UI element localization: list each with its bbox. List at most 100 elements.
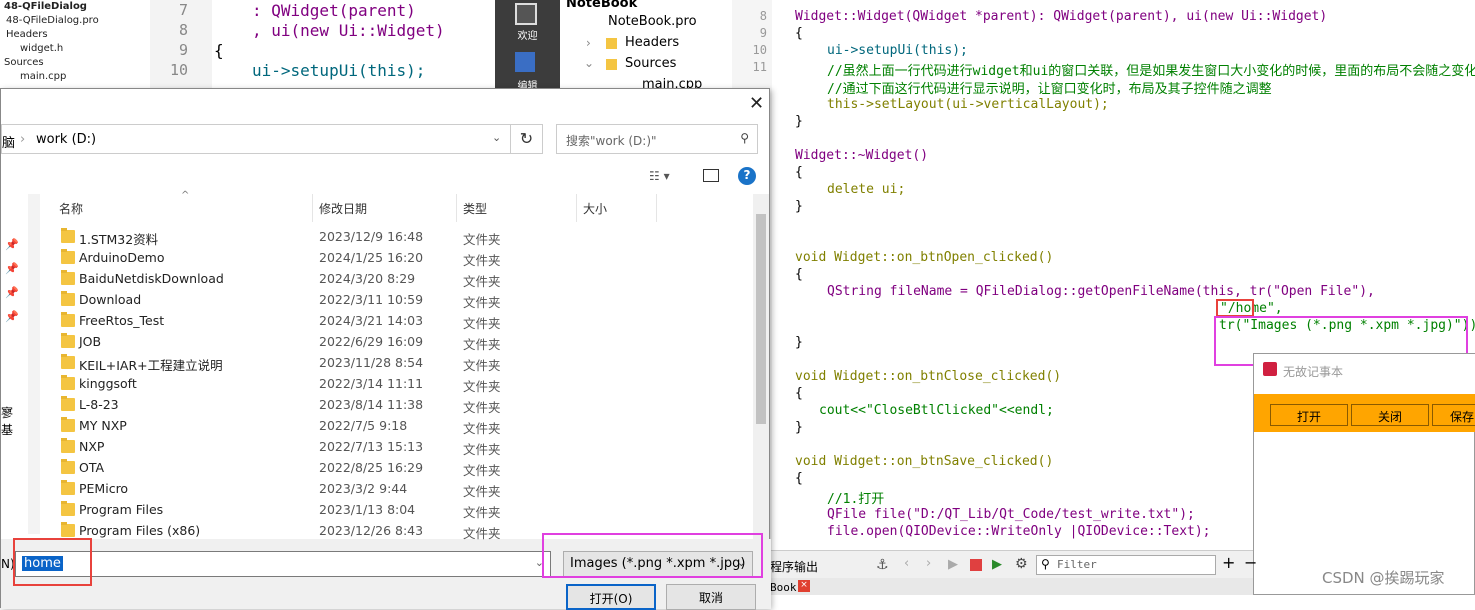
welcome-icon[interactable] bbox=[515, 3, 537, 25]
tree-root[interactable]: NoteBook bbox=[566, 0, 637, 11]
file-row[interactable]: 1.STM32资料 2023/12/9 16:48 文件夹 bbox=[49, 227, 749, 248]
file-type: 文件夹 bbox=[463, 316, 501, 331]
line-number: 8 bbox=[759, 9, 767, 23]
folder-icon bbox=[61, 480, 75, 495]
file-type: 文件夹 bbox=[463, 379, 501, 394]
tree-headers[interactable]: Headers bbox=[625, 35, 679, 50]
tree-sources[interactable]: Sources bbox=[4, 57, 44, 68]
file-date: 2022/3/11 10:59 bbox=[319, 292, 424, 307]
file-row[interactable]: kinggsoft 2022/3/14 11:11 文件夹 bbox=[49, 374, 749, 395]
file-row[interactable]: MY NXP 2022/7/5 9:18 文件夹 bbox=[49, 416, 749, 437]
pin-icon[interactable]: 📌 bbox=[5, 238, 19, 251]
chevron-right-icon[interactable]: › bbox=[586, 36, 591, 50]
file-date: 2022/8/25 16:29 bbox=[319, 460, 424, 475]
tree-sources[interactable]: Sources bbox=[625, 56, 676, 71]
cancel-button[interactable]: 取消 bbox=[666, 584, 756, 610]
nav-partial-label[interactable]: 寥基 bbox=[1, 404, 23, 438]
file-row[interactable]: ArduinoDemo 2024/1/25 16:20 文件夹 bbox=[49, 248, 749, 269]
file-type: 文件夹 bbox=[463, 526, 501, 541]
edit-icon[interactable] bbox=[515, 52, 535, 72]
folder-icon bbox=[61, 417, 75, 432]
stop-icon[interactable] bbox=[970, 559, 982, 571]
plus-icon[interactable]: + bbox=[1222, 553, 1235, 572]
code-line: } bbox=[795, 199, 803, 214]
close-icon[interactable]: ✕ bbox=[749, 93, 764, 114]
file-row[interactable]: NXP 2022/7/13 15:13 文件夹 bbox=[49, 437, 749, 458]
highlight-filename bbox=[13, 538, 92, 586]
file-row[interactable]: KEIL+IAR+工程建立说明 2023/11/28 8:54 文件夹 bbox=[49, 353, 749, 374]
next-icon[interactable]: › bbox=[926, 556, 931, 571]
sort-up-icon: ^ bbox=[181, 190, 190, 201]
line-number: 10 bbox=[169, 61, 188, 79]
tree-header-file[interactable]: widget.h bbox=[20, 43, 63, 54]
file-name: BaiduNetdiskDownload bbox=[79, 271, 224, 286]
file-list-scrollbar[interactable] bbox=[753, 194, 769, 539]
mode-welcome[interactable]: 欢迎 bbox=[495, 27, 560, 42]
qt-mode-sidebar: 欢迎 编辑 bbox=[495, 0, 560, 92]
filename-input[interactable]: home ⌄ bbox=[15, 551, 551, 577]
chevron-down-icon[interactable]: ⌄ bbox=[584, 56, 594, 70]
code-line: Widget::~Widget() bbox=[795, 148, 929, 163]
tree-project[interactable]: 48-QFileDialog bbox=[4, 1, 87, 12]
col-type[interactable]: 类型 bbox=[463, 200, 487, 217]
navigation-pane: 📌 📌 📌 📌 寥基 bbox=[1, 194, 23, 534]
open-button[interactable]: 打开(O) bbox=[566, 584, 656, 610]
file-row[interactable]: JOB 2022/6/29 16:09 文件夹 bbox=[49, 332, 749, 353]
save-button[interactable]: 保存 bbox=[1432, 404, 1475, 426]
refresh-icon: ↻ bbox=[519, 129, 534, 148]
tree-pro-file[interactable]: 48-QFileDialog.pro bbox=[6, 15, 99, 26]
code-comment: //虽然上面一行代码进行widget和ui的窗口关联，但是如果发生窗口大小变化的… bbox=[827, 64, 1475, 79]
file-type: 文件夹 bbox=[463, 421, 501, 436]
tree-pro[interactable]: NoteBook.pro bbox=[608, 14, 697, 29]
folder-icon bbox=[61, 312, 75, 327]
close-icon[interactable]: × bbox=[798, 580, 810, 592]
nav-scrollbar[interactable] bbox=[28, 194, 40, 534]
col-date[interactable]: 修改日期 bbox=[319, 200, 367, 217]
chevron-down-icon[interactable]: ⌄ bbox=[492, 131, 501, 144]
refresh-button[interactable]: ↻ bbox=[511, 124, 543, 154]
file-row[interactable]: OTA 2022/8/25 16:29 文件夹 bbox=[49, 458, 749, 479]
output-tab[interactable]: Book bbox=[770, 581, 797, 594]
help-icon[interactable]: ? bbox=[738, 167, 756, 185]
file-row[interactable]: BaiduNetdiskDownload 2024/3/20 8:29 文件夹 bbox=[49, 269, 749, 290]
file-name: 1.STM32资料 bbox=[79, 232, 159, 247]
code-line: QFile file("D:/QT_Lib/Qt_Code/test_write… bbox=[827, 507, 1195, 522]
folder-icon bbox=[61, 354, 75, 369]
code-line: void Widget::on_btnOpen_clicked() bbox=[795, 250, 1054, 265]
address-bar[interactable]: 脑 › work (D:) ⌄ bbox=[1, 124, 511, 154]
pin-icon[interactable]: 📌 bbox=[5, 310, 19, 323]
tree-source-file[interactable]: main.cpp bbox=[20, 71, 66, 82]
pin-icon[interactable]: 📌 bbox=[5, 286, 19, 299]
minus-icon[interactable]: − bbox=[1244, 553, 1257, 572]
file-row[interactable]: Program Files 2023/1/13 8:04 文件夹 bbox=[49, 500, 749, 521]
file-name: KEIL+IAR+工程建立说明 bbox=[79, 358, 223, 373]
close-button[interactable]: 关闭 bbox=[1351, 404, 1429, 426]
file-row[interactable]: Download 2022/3/11 10:59 文件夹 bbox=[49, 290, 749, 311]
open-button[interactable]: 打开 bbox=[1270, 404, 1348, 426]
folder-icon bbox=[61, 522, 75, 537]
debug-icon[interactable]: ▶ bbox=[992, 557, 1002, 572]
code-line: { bbox=[795, 471, 803, 486]
folder-icon bbox=[61, 333, 75, 348]
col-size[interactable]: 大小 bbox=[583, 200, 607, 217]
run-icon[interactable]: ▶ bbox=[948, 557, 958, 572]
output-tabbar: Book × bbox=[770, 578, 1253, 595]
filter-input[interactable]: ⚲ Filter bbox=[1036, 555, 1216, 575]
prev-icon[interactable]: ‹ bbox=[904, 556, 909, 571]
file-row[interactable]: Program Files (x86) 2023/12/26 8:43 文件夹 bbox=[49, 521, 749, 542]
search-input[interactable]: 搜索"work (D:)" ⚲ bbox=[556, 124, 758, 154]
pin-icon[interactable]: 📌 bbox=[5, 262, 19, 275]
preview-pane-icon[interactable] bbox=[703, 169, 719, 182]
file-name: MY NXP bbox=[79, 418, 127, 433]
tree-headers[interactable]: Headers bbox=[6, 29, 48, 40]
left-code-area[interactable]: : QWidget(parent) , ui(new Ui::Widget) {… bbox=[214, 0, 494, 92]
scroll-thumb[interactable] bbox=[756, 214, 766, 424]
gear-icon[interactable]: ⚙ bbox=[1015, 556, 1028, 572]
file-row[interactable]: FreeRtos_Test 2024/3/21 14:03 文件夹 bbox=[49, 311, 749, 332]
view-options-icon[interactable]: ☷ ▾ bbox=[649, 169, 670, 183]
col-name[interactable]: 名称 bbox=[59, 200, 83, 217]
file-row[interactable]: L-8-23 2023/8/14 11:38 文件夹 bbox=[49, 395, 749, 416]
clear-icon[interactable]: ⚓ bbox=[876, 557, 889, 573]
file-row[interactable]: PEMicro 2023/3/2 9:44 文件夹 bbox=[49, 479, 749, 500]
address-text[interactable]: work (D:) bbox=[36, 132, 96, 147]
